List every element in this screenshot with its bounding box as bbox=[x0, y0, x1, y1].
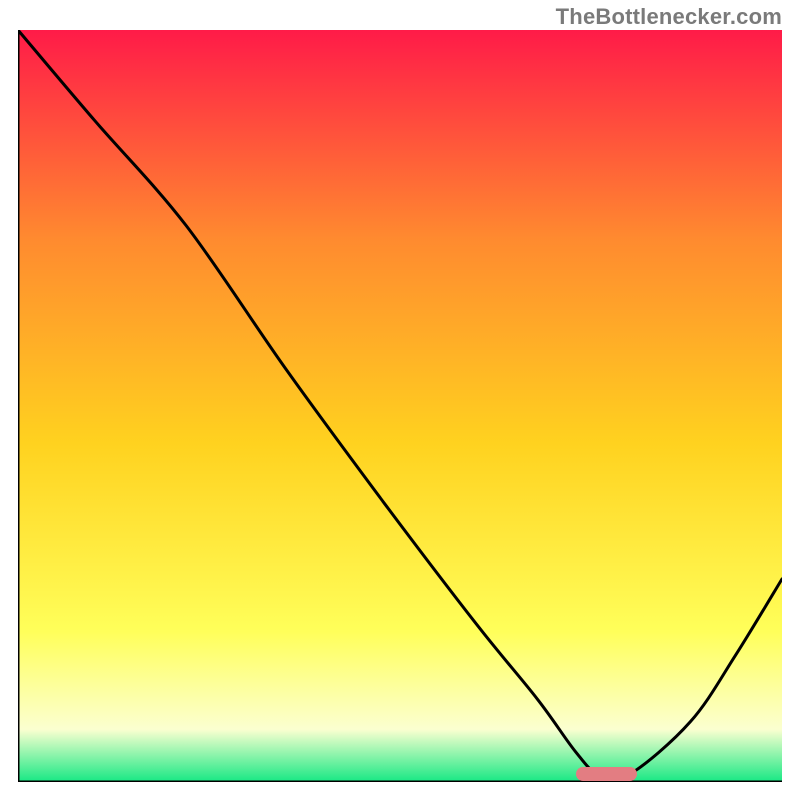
watermark-text: TheBottlenecker.com bbox=[556, 4, 782, 30]
chart-svg bbox=[18, 30, 782, 782]
optimum-marker bbox=[576, 767, 637, 781]
chart-stage: TheBottlenecker.com bbox=[0, 0, 800, 800]
plot-area bbox=[18, 30, 782, 782]
gradient-background bbox=[18, 30, 782, 782]
